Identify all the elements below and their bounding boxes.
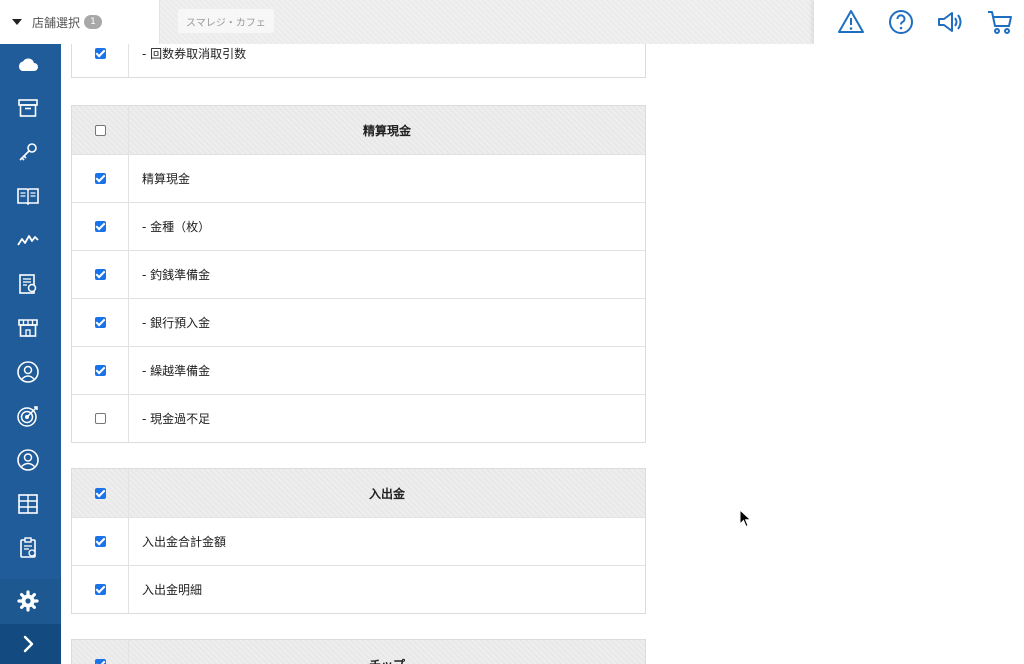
mouse-cursor-icon <box>739 509 752 528</box>
megaphone-icon[interactable] <box>936 8 964 36</box>
sidebar-expand-button[interactable] <box>0 624 61 664</box>
chevron-right-icon[interactable] <box>15 631 41 657</box>
section-header-row: チップ <box>72 640 645 664</box>
settings-section: 入出金 入出金合計金額 入出金明細 <box>71 468 646 614</box>
help-icon[interactable] <box>887 8 915 36</box>
settings-row: - 釣銭準備金 <box>72 250 645 298</box>
row-checkbox[interactable] <box>94 47 106 59</box>
settings-row: - 銀行預入金 <box>72 298 645 346</box>
clipboard-check-icon[interactable] <box>15 535 41 561</box>
store-name: スマレジ・カフェ <box>178 9 274 33</box>
row-label: - 繰越準備金 <box>142 364 211 378</box>
section-title: 入出金 <box>368 486 405 501</box>
row-label: - 回数券取消取引数 <box>142 46 247 61</box>
header-bar: スマレジ・カフェ <box>160 0 814 44</box>
table-icon[interactable] <box>15 491 41 517</box>
store-select-dropdown[interactable]: 店舗選択 1 <box>0 0 160 44</box>
settings-row: 入出金明細 <box>72 565 645 613</box>
settings-section: - 回数券取消取引数 <box>71 44 646 78</box>
settings-row: - 現金過不足 <box>72 394 645 442</box>
row-checkbox[interactable] <box>94 221 106 232</box>
cloud-icon[interactable] <box>15 52 41 78</box>
checkbox-cell <box>72 299 129 346</box>
key-icon[interactable] <box>15 139 41 165</box>
target-icon[interactable] <box>15 403 41 429</box>
settings-row: - 繰越準備金 <box>72 346 645 394</box>
caret-down-icon <box>12 19 22 25</box>
row-checkbox[interactable] <box>94 365 106 376</box>
settings-row: - 金種（枚） <box>72 202 645 250</box>
checkbox-cell <box>72 155 129 202</box>
cart-icon[interactable] <box>986 8 1014 36</box>
chart-line-icon[interactable] <box>15 227 41 253</box>
top-header: 店舗選択 1 スマレジ・カフェ <box>0 0 1024 44</box>
row-label: - 現金過不足 <box>142 412 211 426</box>
row-checkbox[interactable] <box>94 536 106 547</box>
store-count-badge: 1 <box>84 15 103 29</box>
checkbox-cell <box>72 518 129 565</box>
checkbox-cell <box>72 203 129 250</box>
checkbox-cell <box>72 347 129 394</box>
store-icon[interactable] <box>15 315 41 341</box>
section-header-row: 精算現金 <box>72 106 645 154</box>
archive-box-icon[interactable] <box>15 95 41 121</box>
report-icon[interactable] <box>15 271 41 297</box>
sidebar <box>0 44 61 664</box>
checkbox-cell <box>72 251 129 298</box>
checkbox-cell <box>72 640 129 664</box>
settings-row: 入出金合計金額 <box>72 517 645 565</box>
section-checkbox[interactable] <box>94 658 106 664</box>
checkbox-cell <box>72 566 129 613</box>
row-label: 入出金明細 <box>142 583 203 597</box>
warning-icon[interactable] <box>837 8 865 36</box>
row-checkbox[interactable] <box>94 584 106 595</box>
row-label: - 釣銭準備金 <box>142 268 211 282</box>
row-checkbox[interactable] <box>94 413 106 424</box>
checkbox-cell <box>72 395 129 442</box>
gear-icon[interactable] <box>15 588 41 614</box>
settings-section: チップ <box>71 639 646 664</box>
settings-section: 精算現金 精算現金 - 金種（枚） - 釣銭準備金 - 銀行預入金 - 繰越準備… <box>71 105 646 443</box>
main-content: - 回数券取消取引数 精算現金 精算現金 - 金種（枚） - 釣銭準備金 - 銀… <box>61 44 1024 664</box>
row-label: 入出金合計金額 <box>142 535 227 549</box>
checkbox-cell <box>72 44 129 77</box>
section-title: チップ <box>129 640 645 664</box>
row-label: - 金種（枚） <box>142 220 211 234</box>
section-title: 精算現金 <box>362 123 411 138</box>
book-icon[interactable] <box>15 183 41 209</box>
row-checkbox[interactable] <box>94 173 106 184</box>
row-checkbox[interactable] <box>94 269 106 280</box>
header-actions <box>814 0 1024 44</box>
settings-row: - 回数券取消取引数 <box>72 44 645 77</box>
checkbox-cell <box>72 106 129 154</box>
row-label: - 銀行預入金 <box>142 316 211 330</box>
checkbox-cell <box>72 469 129 517</box>
section-header-row: 入出金 <box>72 469 645 517</box>
user-icon[interactable] <box>15 447 41 473</box>
section-checkbox[interactable] <box>94 487 106 499</box>
row-label: 精算現金 <box>142 172 191 186</box>
section-checkbox[interactable] <box>94 124 106 136</box>
settings-row: 精算現金 <box>72 154 645 202</box>
store-select-label: 店舗選択 <box>32 15 81 30</box>
customer-icon[interactable] <box>15 359 41 385</box>
row-checkbox[interactable] <box>94 317 106 328</box>
